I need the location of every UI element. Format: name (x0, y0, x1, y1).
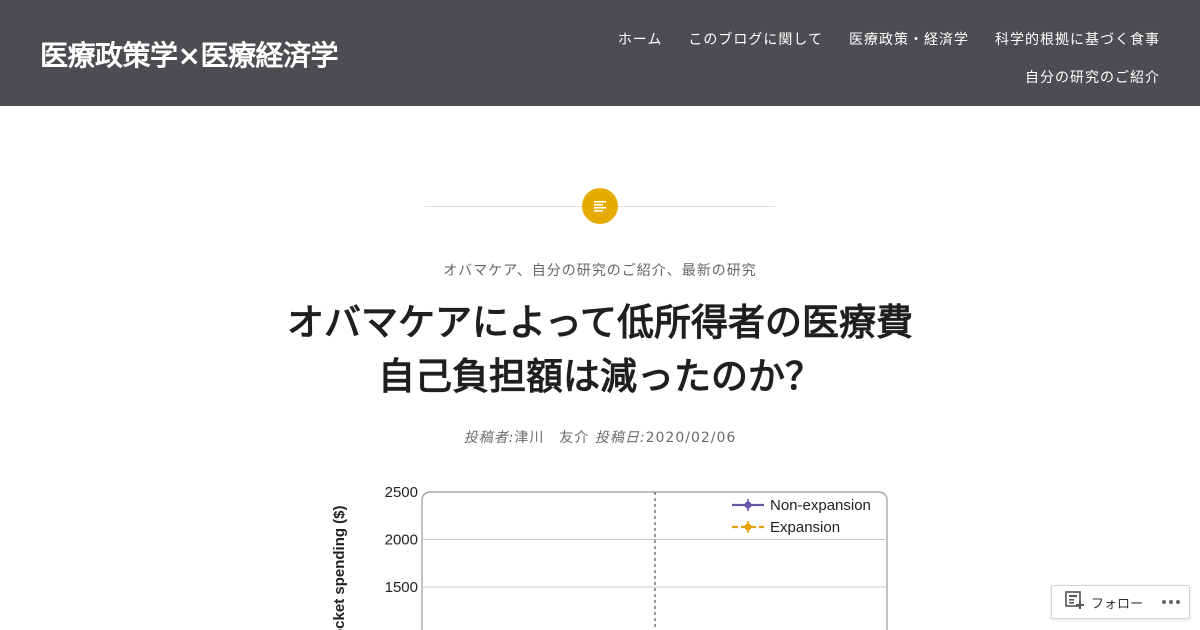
follow-button[interactable]: フォロー (1052, 586, 1143, 618)
main-nav: ホーム このブログに関して 医療政策・経済学 科学的根拠に基づく食事 自分の研究… (560, 20, 1160, 96)
post-categories: オバマケア、自分の研究のご紹介、最新の研究 (0, 260, 1200, 280)
post-title: オバマケアによって低所得者の医療費 自己負担額は減ったのか？ (200, 296, 1000, 404)
category-separator: 、 (666, 263, 682, 279)
follow-icon (1065, 591, 1085, 613)
site-header: 医療政策学×医療経済学 ホーム このブログに関して 医療政策・経済学 科学的根拠… (0, 0, 1200, 106)
category-separator: 、 (516, 263, 532, 279)
date-label: 投稿日: (594, 430, 646, 446)
site-title[interactable]: 医療政策学×医療経済学 (40, 34, 338, 74)
nav-item-home[interactable]: ホーム (618, 29, 663, 49)
category-link-obamacare[interactable]: オバマケア (443, 263, 517, 279)
legend-marker-non-expansion (744, 501, 752, 509)
nav-item-evidence-diet[interactable]: 科学的根拠に基づく食事 (995, 29, 1160, 49)
legend-label-expansion: Expansion (770, 519, 840, 536)
chart-y-tick-label: 1500 (385, 579, 418, 596)
follow-widget: フォロー (1051, 585, 1190, 619)
follow-label: フォロー (1091, 595, 1144, 611)
nav-item-my-research[interactable]: 自分の研究のご紹介 (1025, 67, 1160, 87)
nav-item-health-policy[interactable]: 医療政策・経済学 (849, 29, 969, 49)
category-link-latest-research[interactable]: 最新の研究 (682, 263, 757, 279)
author-link[interactable]: 津川 友介 (514, 430, 589, 446)
post-meta: 投稿者:津川 友介 投稿日:2020/02/06 (0, 427, 1200, 447)
author-label: 投稿者: (463, 430, 515, 446)
chart-ylabel: ocket spending ($) (331, 505, 348, 630)
standard-post-icon[interactable] (582, 188, 618, 224)
post-title-line-1: オバマケアによって低所得者の医療費 (286, 301, 914, 344)
post-title-line-2: 自己負担額は減ったのか？ (378, 355, 822, 398)
post-date-link[interactable]: 2020/02/06 (646, 430, 737, 446)
post-format-divider (425, 188, 775, 224)
legend-marker-expansion (744, 523, 752, 531)
nav-row-1: ホーム このブログに関して 医療政策・経済学 科学的根拠に基づく食事 (560, 20, 1160, 58)
more-dots-icon[interactable] (1161, 599, 1181, 605)
chart-y-tick-label: 2000 (385, 532, 418, 549)
nav-row-2: 自分の研究のご紹介 (560, 58, 1160, 96)
category-link-my-research[interactable]: 自分の研究のご紹介 (532, 263, 667, 279)
chart-svg: ocket spending ($) 2500 2000 1500 Non-expa… (331, 484, 888, 630)
legend-label-non-expansion: Non-expansion (770, 497, 871, 514)
nav-item-about[interactable]: このブログに関して (688, 29, 823, 49)
post-featured-chart: ocket spending ($) 2500 2000 1500 Non-expa… (322, 478, 902, 630)
chart-y-tick-label: 2500 (385, 484, 418, 501)
